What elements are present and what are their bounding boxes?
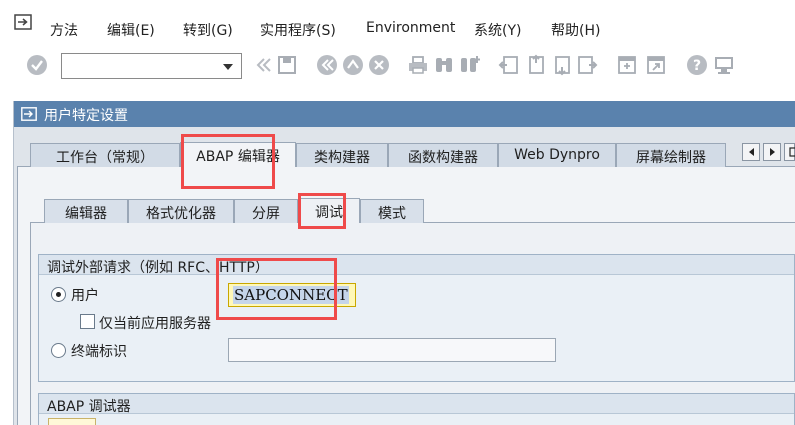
tab-web-dynpro[interactable]: Web Dynpro	[498, 143, 616, 167]
group-title: ABAP 调试器	[47, 399, 131, 415]
find-icon[interactable]	[433, 54, 455, 76]
command-field[interactable]	[61, 53, 242, 79]
print-icon[interactable]	[407, 54, 429, 76]
group-header: ABAP 调试器	[39, 394, 794, 415]
tab-screen-painter[interactable]: 屏幕绘制器	[616, 143, 726, 167]
subtab-split-screen[interactable]: 分屏	[234, 199, 298, 223]
menu-utilities[interactable]: 实用程序(S)	[260, 20, 336, 40]
menu-edit[interactable]: 编辑(E)	[107, 20, 155, 40]
radio-terminal-label: 终端标识	[71, 344, 127, 360]
triangle-left-icon	[749, 148, 754, 156]
current-server-label: 仅当前应用服务器	[99, 316, 211, 332]
highlight-user-input	[216, 258, 337, 320]
tab-scroll-left-button[interactable]	[742, 143, 760, 161]
subtab-pretty-printer[interactable]: 格式优化器	[128, 199, 234, 223]
previous-page-icon[interactable]	[524, 54, 546, 76]
exit-icon[interactable]	[342, 54, 364, 76]
tab-function-builder[interactable]: 函数构建器	[388, 143, 498, 167]
highlight-debug-subtab	[298, 193, 346, 229]
next-page-icon[interactable]	[550, 54, 572, 76]
find-next-icon[interactable]	[459, 54, 481, 76]
tab-workbench-general[interactable]: 工作台（常规）	[30, 143, 180, 167]
menu-environment[interactable]: Environment	[366, 20, 455, 36]
abap-debugger-group: ABAP 调试器	[38, 393, 795, 425]
tab-list-icon	[789, 147, 795, 157]
subtab-patterns[interactable]: 模式	[360, 199, 424, 223]
shortcut-icon[interactable]	[645, 54, 667, 76]
svg-text:?: ?	[693, 58, 701, 74]
menu-method[interactable]: 方法	[50, 20, 78, 40]
tab-class-builder[interactable]: 类构建器	[296, 143, 388, 167]
menu-toggle-icon[interactable]	[14, 14, 32, 30]
menu-bar: 方法 编辑(E) 转到(G) 实用程序(S) Environment 系统(Y)…	[0, 0, 795, 44]
radio-user[interactable]	[51, 287, 66, 302]
menu-help[interactable]: 帮助(H)	[551, 20, 600, 40]
back-nav-icon[interactable]	[316, 54, 338, 76]
last-page-icon[interactable]	[576, 54, 598, 76]
cancel-icon[interactable]	[368, 54, 390, 76]
radio-selected-dot	[56, 292, 61, 297]
layout-icon[interactable]	[713, 54, 735, 76]
debugger-option-field[interactable]	[48, 418, 96, 425]
tab-list-button[interactable]	[784, 143, 795, 161]
terminal-id-input[interactable]	[228, 338, 556, 362]
enter-icon[interactable]	[26, 54, 48, 76]
create-session-icon[interactable]	[616, 54, 638, 76]
menu-system[interactable]: 系统(Y)	[474, 20, 521, 40]
subtab-editor[interactable]: 编辑器	[44, 199, 128, 223]
back-icon[interactable]	[252, 54, 274, 76]
highlight-abap-editor-tab	[181, 134, 275, 189]
tab-scroll-right-button[interactable]	[763, 143, 781, 161]
current-server-checkbox[interactable]	[80, 314, 95, 329]
menu-toggle-icon[interactable]	[21, 107, 37, 121]
group-header: 调试外部请求（例如 RFC、HTTP）	[39, 255, 794, 276]
triangle-right-icon	[770, 148, 775, 156]
dialog-title: 用户特定设置	[44, 108, 128, 124]
radio-user-label: 用户	[71, 288, 99, 304]
dialog-title-bar: 用户特定设置	[14, 101, 795, 127]
menu-goto[interactable]: 转到(G)	[183, 20, 233, 40]
dropdown-arrow-icon[interactable]	[223, 64, 233, 70]
first-page-icon[interactable]	[498, 54, 520, 76]
save-icon[interactable]	[276, 54, 298, 76]
help-icon[interactable]: ?	[686, 54, 708, 76]
radio-terminal[interactable]	[51, 343, 66, 358]
